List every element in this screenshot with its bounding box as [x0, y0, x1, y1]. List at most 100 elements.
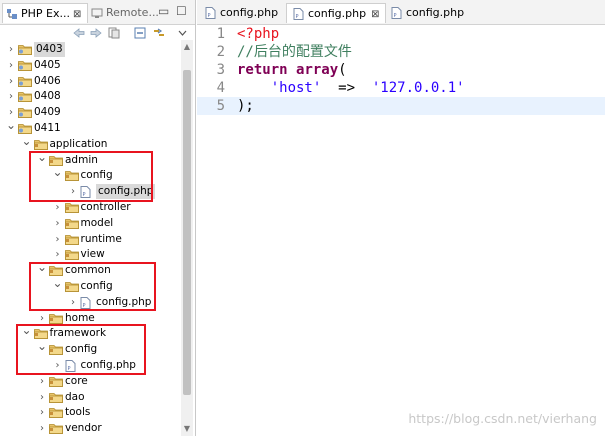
tree-item-folder[interactable]: ⌄ config	[0, 165, 180, 183]
code-line[interactable]: 3 return array(	[197, 61, 605, 79]
chevron-down-icon[interactable]: ⌄	[22, 323, 32, 338]
tree-item-label: 0403	[34, 42, 65, 57]
tree-item-project[interactable]: › 0403	[0, 42, 180, 57]
tree-item-file[interactable]: › Pconfig.php	[0, 358, 180, 373]
chevron-right-icon[interactable]: ›	[37, 421, 47, 436]
chevron-right-icon[interactable]: ›	[53, 216, 63, 231]
code-line[interactable]: 4 'host' => '127.0.0.1'	[197, 79, 605, 97]
tree-item-label: config	[80, 280, 113, 292]
link-editor-icon[interactable]	[108, 27, 120, 39]
code-token: //后台的配置文件	[237, 44, 352, 60]
folder-icon	[64, 170, 79, 182]
close-icon[interactable]: ⊠	[73, 9, 81, 20]
folder-icon	[33, 328, 48, 340]
chevron-down-icon[interactable]: ⌄	[22, 134, 32, 149]
tree-item-label: view	[80, 248, 105, 261]
line-number: 4	[216, 80, 225, 96]
php-explorer-icon	[7, 9, 17, 19]
tab-php-explorer[interactable]: PHP Ex... ⊠	[2, 3, 88, 23]
folder-icon	[64, 234, 79, 245]
code-area[interactable]: 1 <?php 2//后台的配置文件 3 return array(4 'host' =…	[197, 25, 605, 436]
tree-item-folder[interactable]: ⌄ common	[0, 260, 180, 278]
tree-item-folder[interactable]: › core	[0, 374, 180, 389]
chevron-right-icon[interactable]: ›	[37, 374, 47, 389]
editor-tab-bar: Pconfig.php Pconfig.php ⊠ Pconfig.php	[197, 0, 605, 25]
chevron-right-icon[interactable]: ›	[37, 405, 47, 420]
forward-arrow-icon[interactable]	[90, 28, 102, 38]
tree-item-project[interactable]: › 0408	[0, 89, 180, 104]
tab-remote-systems[interactable]: Remote...	[88, 3, 159, 22]
chevron-down-icon[interactable]: ⌄	[53, 165, 63, 180]
maximize-icon[interactable]: ☐	[176, 4, 187, 18]
code-token: '127.0.0.1'	[371, 80, 465, 96]
code-token: 'host'	[270, 80, 322, 96]
tree-item-project[interactable]: › 0406	[0, 74, 180, 89]
tree-item-folder[interactable]: ⌄ application	[0, 134, 180, 152]
folder-icon	[49, 376, 63, 387]
folder-icon	[49, 407, 63, 419]
tree-item-folder[interactable]: › view	[0, 247, 180, 262]
tree-item-file[interactable]: › Pconfig.php	[0, 295, 180, 310]
tree-item-folder[interactable]: › dao	[0, 390, 180, 405]
folder-icon	[49, 392, 63, 403]
tree-item-folder[interactable]: › tools	[0, 405, 180, 420]
code-line[interactable]: 5);	[197, 97, 605, 115]
tree-item-label: admin	[65, 153, 98, 166]
chevron-right-icon[interactable]: ›	[6, 74, 16, 89]
scrollbar-thumb[interactable]	[183, 70, 191, 395]
chevron-right-icon[interactable]: ›	[53, 358, 63, 373]
editor-tab-config-2[interactable]: Pconfig.php ⊠	[286, 3, 386, 23]
tree-item-folder[interactable]: ⌄ config	[0, 276, 180, 294]
chevron-right-icon[interactable]: ›	[68, 184, 78, 199]
chevron-right-icon[interactable]: ›	[6, 58, 16, 73]
php-project-icon	[18, 76, 32, 87]
php-project-icon	[18, 91, 32, 103]
minimize-icon[interactable]: ▭	[158, 4, 169, 18]
back-arrow-icon[interactable]	[73, 28, 85, 38]
editor-tab-config-3[interactable]: Pconfig.php	[385, 3, 469, 22]
tree-item-folder[interactable]: ⌄ admin	[0, 150, 180, 168]
tree-item-folder[interactable]: › controller	[0, 200, 180, 215]
tree-item-file[interactable]: › Pconfig.php	[0, 184, 180, 200]
code-token: return	[237, 62, 288, 78]
chevron-down-icon[interactable]: ⌄	[6, 118, 16, 133]
tree-item-label: dao	[65, 390, 85, 403]
tree-item-folder[interactable]: › model	[0, 216, 180, 231]
chevron-right-icon[interactable]: ›	[6, 42, 16, 57]
tree-item-folder[interactable]: ⌄ framework	[0, 323, 180, 341]
chevron-right-icon[interactable]: ›	[37, 311, 47, 326]
chevron-right-icon[interactable]: ›	[6, 89, 16, 104]
code-text: return array(	[237, 61, 347, 79]
chevron-right-icon[interactable]: ›	[53, 200, 63, 215]
chevron-right-icon[interactable]: ›	[53, 232, 63, 247]
chevron-down-icon[interactable]: ⌄	[53, 276, 63, 291]
editor-tab-config-1[interactable]: Pconfig.php	[199, 3, 283, 22]
scroll-down-icon[interactable]: ▼	[182, 424, 192, 434]
close-icon[interactable]: ⊠	[371, 9, 379, 20]
collapse-all-icon[interactable]	[134, 27, 146, 39]
code-token: =>	[321, 80, 372, 96]
tree-item-folder[interactable]: ⌄ config	[0, 339, 180, 357]
scroll-up-icon[interactable]: ▲	[182, 42, 192, 52]
tree-item-folder[interactable]: › vendor	[0, 421, 180, 436]
tree-item-label: 0409	[34, 106, 61, 119]
tree-item-project[interactable]: › 0409	[0, 105, 180, 120]
tree-item-folder[interactable]: › runtime	[0, 232, 180, 247]
tree-scrollbar[interactable]: ▲ ▼	[181, 40, 193, 436]
view-menu-icon[interactable]	[178, 29, 187, 37]
editor-tab-label: config.php	[220, 6, 279, 19]
chevron-right-icon[interactable]: ›	[37, 390, 47, 405]
tree-item-project[interactable]: › 0405	[0, 58, 180, 73]
chevron-right-icon[interactable]: ›	[68, 295, 78, 310]
code-text: );	[237, 97, 254, 115]
chevron-down-icon[interactable]: ⌄	[37, 260, 47, 275]
chevron-down-icon[interactable]: ⌄	[37, 150, 47, 165]
link-with-editor-icon[interactable]	[152, 27, 166, 39]
code-text: <?php	[237, 25, 279, 43]
watermark: https://blog.csdn.net/vierhang	[408, 411, 597, 426]
tree-item-label: config.php	[96, 295, 152, 308]
code-line[interactable]: 2 //后台的配置文件	[197, 43, 605, 61]
chevron-right-icon[interactable]: ›	[53, 247, 63, 262]
code-line[interactable]: 1 <?php	[197, 25, 605, 43]
chevron-down-icon[interactable]: ⌄	[37, 339, 47, 354]
